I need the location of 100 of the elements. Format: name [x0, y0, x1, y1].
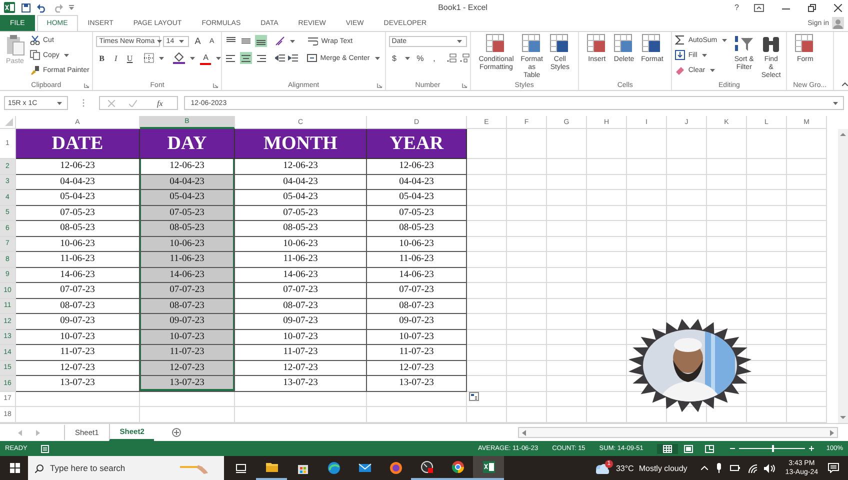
table-cell: 04-04-23 [140, 174, 235, 190]
vertical-scrollbar[interactable] [838, 129, 848, 423]
caret-icon [57, 102, 62, 104]
normal-view-icon[interactable] [663, 444, 672, 452]
caret-icon [722, 38, 728, 42]
weather-condition: Mostly cloudy [638, 464, 688, 472]
table-cell [507, 174, 547, 190]
task-view-icon[interactable] [236, 464, 246, 472]
table-cell [747, 190, 787, 206]
scroll-down-icon[interactable] [840, 416, 846, 420]
macro-record-icon[interactable] [41, 444, 50, 452]
increase-indent-icon[interactable] [288, 53, 298, 63]
dialog-launcher-icon[interactable] [84, 83, 90, 88]
table-cell [507, 221, 547, 236]
increase-decimal-icon[interactable] [446, 53, 457, 63]
table-cell [627, 221, 667, 236]
pencil-icon [180, 462, 210, 474]
table-cell [507, 330, 547, 345]
help-button[interactable]: ? [732, 3, 742, 12]
table-cell: 10-07-23 [235, 330, 367, 345]
italic-button[interactable]: I [110, 52, 122, 64]
zoom-in-icon[interactable] [809, 446, 814, 451]
page-layout-icon[interactable] [684, 444, 694, 452]
collapse-ribbon-icon[interactable] [842, 82, 848, 86]
merge-icon [307, 53, 318, 63]
zoom-slider-thumb[interactable] [772, 445, 774, 452]
table-cell: 11-06-23 [367, 252, 467, 268]
right-align-icon[interactable] [256, 53, 266, 63]
show-hidden-icons-icon[interactable] [701, 466, 708, 470]
table-cell: 09-07-23 [140, 314, 235, 330]
table-cell: 08-07-23 [235, 298, 367, 314]
text-angle-icon[interactable] [275, 36, 286, 46]
decrease-indent-icon[interactable] [275, 53, 286, 63]
table-cell [787, 345, 827, 360]
table-cell [747, 330, 787, 345]
caret-icon [374, 56, 380, 60]
currency-button[interactable]: $ [388, 52, 400, 64]
table-cell: 14-06-23 [235, 268, 367, 283]
font-color-button[interactable]: A [200, 51, 212, 65]
middle-align-icon[interactable] [241, 36, 252, 46]
save-icon[interactable] [21, 2, 31, 12]
scroll-right-icon[interactable] [830, 430, 834, 436]
dialog-launcher-icon[interactable] [376, 83, 382, 88]
insert-function-button[interactable]: fx [151, 98, 169, 108]
table-cell: 05-04-23 [235, 190, 367, 206]
search-field[interactable]: Type here to search [28, 456, 224, 480]
wifi-icon[interactable] [748, 464, 758, 472]
scroll-left-icon[interactable] [522, 430, 526, 436]
zoom-out-icon[interactable] [730, 446, 736, 451]
windows-logo-icon[interactable] [10, 463, 20, 473]
percent-button[interactable]: % [414, 52, 426, 64]
comma-button[interactable]: , [428, 52, 440, 64]
table-cell [667, 283, 707, 298]
page-break-icon[interactable] [705, 444, 714, 452]
bold-button[interactable]: B [96, 52, 108, 64]
horizontal-scrollbar[interactable] [518, 427, 838, 438]
avatar-icon [832, 17, 844, 29]
table-cell [747, 252, 787, 268]
table-cell [707, 206, 747, 221]
table-cell [467, 268, 507, 283]
table-cell [467, 206, 507, 221]
center-align-icon[interactable] [241, 53, 252, 63]
fill-color-icon[interactable] [173, 52, 186, 64]
microphone-icon[interactable] [716, 463, 722, 473]
table-cell [467, 159, 507, 174]
customize-caret-icon[interactable] [69, 5, 74, 10]
table-cell: 13-07-23 [140, 376, 235, 392]
table-cell: 12-06-23 [367, 159, 467, 174]
quick-analysis-icon[interactable] [469, 392, 479, 401]
grow-font-button[interactable]: A [192, 35, 204, 47]
borders-icon[interactable] [144, 53, 154, 63]
table-cell [787, 392, 827, 407]
table-cell [667, 221, 707, 236]
table-cell [507, 129, 547, 159]
add-sheet-icon[interactable] [172, 428, 182, 437]
dialog-launcher-icon[interactable] [462, 83, 467, 88]
underline-button[interactable]: U [124, 52, 136, 64]
speaker-icon[interactable] [764, 464, 776, 472]
table-cell [747, 159, 787, 174]
decrease-decimal-icon[interactable] [460, 53, 470, 63]
table-cell [667, 236, 707, 252]
scroll-up-icon[interactable] [840, 132, 846, 136]
spreadsheet-icon [482, 460, 496, 474]
close-icon[interactable] [834, 4, 842, 12]
left-align-icon[interactable] [226, 53, 236, 63]
table-cell: 12-07-23 [367, 360, 467, 376]
table-cell [507, 392, 547, 407]
table-cell [707, 252, 747, 268]
table-cell [707, 129, 747, 159]
notification-icon[interactable] [828, 463, 839, 473]
taskbar-button[interactable] [473, 456, 504, 480]
dialog-launcher-icon[interactable] [213, 83, 218, 88]
ribbon-display-icon[interactable] [754, 4, 764, 12]
restore-icon[interactable] [808, 4, 816, 12]
undo-icon[interactable] [37, 2, 47, 12]
table-cell [627, 174, 667, 190]
table-cell [587, 330, 627, 345]
table-cell [547, 236, 587, 252]
table-cell [787, 206, 827, 221]
battery-icon[interactable] [730, 464, 740, 472]
